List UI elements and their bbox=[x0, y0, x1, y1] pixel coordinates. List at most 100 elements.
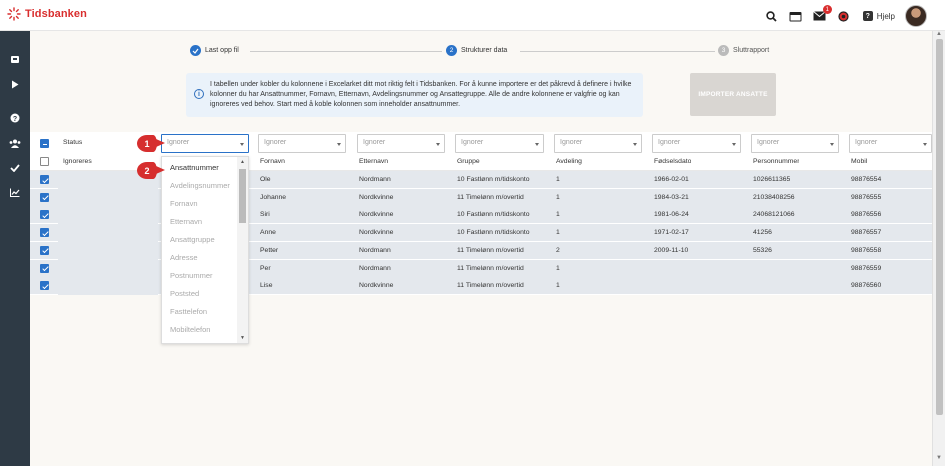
scrollbar-thumb[interactable] bbox=[239, 169, 246, 223]
import-employees-button[interactable]: IMPORTER ANSATTE bbox=[690, 73, 776, 116]
table-cell: Nordkvinne bbox=[359, 211, 394, 219]
table-cell: Johanne bbox=[260, 193, 287, 201]
row-checkbox[interactable] bbox=[40, 210, 49, 220]
page-scrollbar[interactable]: ▲ ▼ bbox=[932, 31, 945, 466]
import-stepper: Last opp fil 2 Strukturer data 3 Sluttra… bbox=[190, 45, 790, 59]
row-checkbox[interactable] bbox=[40, 192, 49, 202]
column-mapping-select[interactable]: Ignorer bbox=[161, 134, 249, 153]
step-structure[interactable]: 2 Strukturer data bbox=[446, 45, 507, 56]
dropdown-option[interactable]: Postnummer bbox=[170, 271, 213, 280]
chevron-down-icon bbox=[240, 143, 244, 146]
step-label: Sluttrapport bbox=[733, 47, 770, 54]
dropdown-option[interactable]: Ansattnummer bbox=[170, 163, 219, 172]
check-icon[interactable] bbox=[9, 162, 21, 174]
table-cell: 98876555 bbox=[851, 193, 882, 201]
column-title: Gruppe bbox=[457, 158, 480, 165]
table-cell: 11 Timelønn m/overtid bbox=[457, 264, 524, 272]
column-title: Etternavn bbox=[359, 158, 389, 165]
table-cell: 11 Timelønn m/overtid bbox=[457, 282, 524, 290]
scroll-down-icon[interactable]: ▼ bbox=[240, 335, 245, 341]
select-value: Ignorer bbox=[757, 139, 780, 146]
table-cell: 1 bbox=[556, 282, 560, 290]
table-cell: 1966-02-01 bbox=[654, 176, 689, 183]
row-checkbox[interactable] bbox=[40, 228, 49, 238]
row-checkbox[interactable] bbox=[40, 263, 49, 273]
info-box: i I tabellen under kobler du kolonnene i… bbox=[186, 73, 643, 117]
avatar[interactable] bbox=[905, 5, 927, 27]
column-mapping-select[interactable]: Ignorer bbox=[455, 134, 544, 153]
select-value: Ignorer bbox=[560, 139, 583, 146]
dropdown-option[interactable]: Poststed bbox=[170, 289, 199, 298]
search-icon[interactable] bbox=[765, 9, 779, 23]
column-mapping-select[interactable]: Ignorer bbox=[357, 134, 445, 153]
chart-icon[interactable] bbox=[9, 186, 21, 198]
scrollbar-thumb[interactable] bbox=[936, 39, 943, 415]
table-cell: 98876559 bbox=[851, 264, 882, 272]
calendar-icon[interactable] bbox=[789, 9, 803, 23]
mapping-header-row: Status Ignorer Ignorer Ignorer Ignorer I… bbox=[30, 132, 932, 154]
svg-text:?: ? bbox=[13, 116, 17, 123]
table-cell: Nordkvinne bbox=[359, 229, 394, 237]
table-cell: 98876556 bbox=[851, 211, 882, 219]
table-cell: 10 Fastlønn m/tidskonto bbox=[457, 176, 530, 183]
row-checkbox[interactable] bbox=[40, 157, 49, 166]
chevron-down-icon bbox=[337, 143, 341, 146]
play-icon[interactable] bbox=[9, 78, 21, 90]
select-value: Ignorer bbox=[855, 139, 878, 146]
dropdown-option[interactable]: Fasttelefon bbox=[170, 307, 207, 316]
column-mapping-select[interactable]: Ignorer bbox=[849, 134, 932, 153]
dropdown-option[interactable]: Adresse bbox=[170, 253, 198, 262]
step-report[interactable]: 3 Sluttrapport bbox=[718, 45, 769, 56]
table-cell: Petter bbox=[260, 246, 279, 254]
dropdown-option[interactable]: Mobiltelefon bbox=[170, 325, 210, 334]
column-mapping-select[interactable]: Ignorer bbox=[751, 134, 839, 153]
column-mapping-select[interactable]: Ignorer bbox=[554, 134, 642, 153]
logo-icon bbox=[7, 7, 21, 21]
info-icon[interactable]: ? bbox=[9, 112, 21, 124]
table-cell: 1 bbox=[556, 264, 560, 272]
scroll-up-icon[interactable]: ▲ bbox=[240, 159, 245, 165]
dropdown-option[interactable]: Fornavn bbox=[170, 199, 198, 208]
chevron-down-icon bbox=[535, 143, 539, 146]
dropdown-option[interactable]: Ansattgruppe bbox=[170, 235, 215, 244]
table-cell bbox=[753, 277, 843, 295]
table-cell: 1 bbox=[556, 211, 560, 219]
table-cell: 10 Fastlønn m/tidskonto bbox=[457, 211, 530, 219]
table-cell: 98876554 bbox=[851, 176, 882, 183]
select-value: Ignorer bbox=[363, 139, 386, 146]
dropdown-scrollbar[interactable]: ▲ ▼ bbox=[237, 157, 248, 343]
scroll-down-icon[interactable]: ▼ bbox=[936, 455, 942, 461]
status-cell bbox=[58, 277, 158, 296]
top-bar: Tidsbanken 1 ? Hjelp bbox=[0, 0, 945, 31]
step-divider bbox=[520, 51, 715, 52]
logo[interactable]: Tidsbanken bbox=[7, 7, 87, 21]
status-cell bbox=[58, 241, 158, 260]
table-cell: Nordkvinne bbox=[359, 193, 394, 201]
column-mapping-select[interactable]: Ignorer bbox=[652, 134, 741, 153]
home-icon[interactable] bbox=[9, 53, 21, 65]
table-cell: Nordmann bbox=[359, 246, 391, 254]
column-title: Mobil bbox=[851, 158, 868, 165]
table-cell: 1 bbox=[556, 193, 560, 201]
status-header: Status bbox=[63, 139, 83, 146]
status-cell bbox=[58, 259, 158, 278]
row-checkbox[interactable] bbox=[40, 175, 49, 184]
table-cell: 98876560 bbox=[851, 282, 882, 290]
info-text: I tabellen under kobler du kolonnene i E… bbox=[210, 81, 632, 108]
dropdown-option[interactable]: Etternavn bbox=[170, 217, 202, 226]
column-title: Fødselsdato bbox=[654, 158, 692, 165]
check-icon bbox=[190, 45, 201, 56]
select-all-checkbox[interactable] bbox=[40, 139, 49, 148]
row-checkbox[interactable] bbox=[40, 281, 49, 291]
column-mapping-select[interactable]: Ignorer bbox=[258, 134, 346, 153]
users-icon[interactable] bbox=[9, 137, 21, 149]
settings-icon[interactable] bbox=[837, 9, 851, 23]
help-button[interactable]: ? Hjelp bbox=[862, 11, 895, 21]
dropdown-option[interactable]: Avdelingsnummer bbox=[170, 181, 230, 190]
mail-icon[interactable]: 1 bbox=[813, 5, 832, 23]
scroll-up-icon[interactable]: ▲ bbox=[936, 31, 942, 37]
step-upload[interactable]: Last opp fil bbox=[190, 45, 239, 56]
row-checkbox[interactable] bbox=[40, 245, 49, 255]
table-cell: 1 bbox=[556, 176, 560, 183]
main-content: Last opp fil 2 Strukturer data 3 Sluttra… bbox=[30, 31, 932, 466]
